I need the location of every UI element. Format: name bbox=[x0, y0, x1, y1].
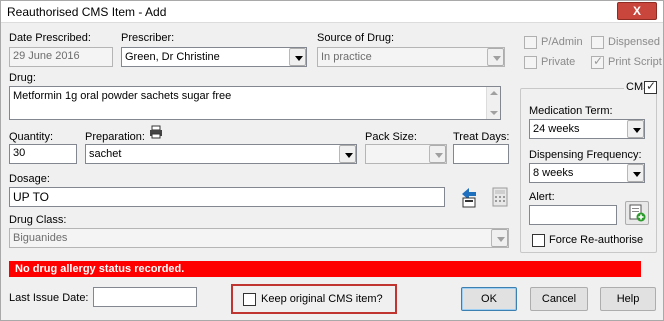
treat-days-label: Treat Days: bbox=[453, 131, 510, 143]
alert-label: Alert: bbox=[529, 191, 555, 203]
window-title: Reauthorised CMS Item - Add bbox=[7, 5, 167, 19]
drug-class-label: Drug Class: bbox=[9, 214, 67, 226]
calculator-icon[interactable] bbox=[488, 184, 512, 210]
p-admin-checkbox[interactable] bbox=[524, 36, 537, 49]
last-issue-date-label: Last Issue Date: bbox=[9, 292, 89, 304]
medication-term-value: 24 weeks bbox=[533, 123, 580, 135]
date-prescribed-field[interactable]: 29 June 2016 bbox=[9, 47, 113, 67]
keep-original-checkbox[interactable] bbox=[243, 293, 256, 306]
source-of-drug-label: Source of Drug: bbox=[317, 32, 395, 44]
chevron-down-icon[interactable] bbox=[491, 229, 508, 247]
prescriber-label: Prescriber: bbox=[121, 32, 175, 44]
close-button[interactable]: X bbox=[617, 2, 657, 20]
force-reauthorise-checkbox[interactable] bbox=[532, 234, 545, 247]
source-of-drug-value: In practice bbox=[321, 51, 372, 63]
source-of-drug-select[interactable]: In practice bbox=[317, 47, 505, 67]
treat-days-field[interactable] bbox=[453, 144, 509, 164]
p-admin-label: P/Admin bbox=[541, 36, 583, 48]
prescriber-value: Green, Dr Christine bbox=[125, 51, 220, 63]
chevron-down-icon[interactable] bbox=[289, 48, 306, 66]
checkmark-icon: ✓ bbox=[593, 54, 604, 68]
cms-item-dialog: Reauthorised CMS Item - Add X Date Presc… bbox=[0, 0, 664, 321]
cancel-button[interactable]: Cancel bbox=[530, 287, 588, 311]
chevron-down-icon[interactable] bbox=[339, 145, 356, 163]
dosage-picker-icon[interactable] bbox=[456, 184, 482, 210]
pack-size-label: Pack Size: bbox=[365, 131, 417, 143]
drug-scrollbar[interactable] bbox=[486, 87, 500, 119]
alert-field[interactable] bbox=[529, 205, 617, 225]
help-button[interactable]: Help bbox=[600, 287, 656, 311]
scroll-down-icon[interactable] bbox=[490, 111, 498, 115]
keep-original-label: Keep original CMS item? bbox=[261, 293, 383, 305]
drug-class-select[interactable]: Biguanides bbox=[9, 228, 509, 248]
print-script-label: Print Script bbox=[608, 56, 662, 68]
private-checkbox[interactable] bbox=[524, 56, 537, 69]
dispensing-frequency-label: Dispensing Frequency: bbox=[529, 149, 642, 161]
title-bar: Reauthorised CMS Item - Add X bbox=[1, 1, 663, 23]
preparation-value: sachet bbox=[89, 148, 122, 160]
dispensed-checkbox[interactable] bbox=[591, 36, 604, 49]
scroll-up-icon[interactable] bbox=[490, 91, 498, 95]
keep-original-highlight: Keep original CMS item? bbox=[231, 284, 397, 314]
ok-button[interactable]: OK bbox=[461, 287, 517, 311]
drug-textarea[interactable]: Metformin 1g oral powder sachets sugar f… bbox=[9, 86, 501, 120]
pack-size-select[interactable] bbox=[365, 144, 447, 164]
prescriber-select[interactable]: Green, Dr Christine bbox=[121, 47, 307, 67]
drug-value: Metformin 1g oral powder sachets sugar f… bbox=[13, 90, 232, 102]
last-issue-date-field[interactable] bbox=[93, 287, 197, 307]
chevron-down-icon[interactable] bbox=[429, 145, 446, 163]
chevron-down-icon[interactable] bbox=[487, 48, 504, 66]
chevron-down-icon[interactable] bbox=[627, 164, 644, 182]
status-message: No drug allergy status recorded. bbox=[9, 261, 641, 277]
print-script-checkbox[interactable]: ✓ bbox=[591, 54, 604, 69]
chevron-down-icon[interactable] bbox=[627, 120, 644, 138]
cms-checkbox[interactable]: ✓ bbox=[644, 79, 657, 94]
medication-term-label: Medication Term: bbox=[529, 105, 613, 117]
printer-icon[interactable] bbox=[149, 125, 163, 139]
dispensing-frequency-value: 8 weeks bbox=[533, 167, 574, 179]
date-prescribed-label: Date Prescribed: bbox=[9, 32, 91, 44]
quantity-label: Quantity: bbox=[9, 131, 54, 143]
preparation-select[interactable]: sachet bbox=[85, 144, 357, 164]
medication-term-select[interactable]: 24 weeks bbox=[529, 119, 645, 139]
preparation-label: Preparation: bbox=[85, 131, 145, 143]
dosage-label: Dosage: bbox=[9, 173, 50, 185]
dispensing-frequency-select[interactable]: 8 weeks bbox=[529, 163, 645, 183]
force-reauthorise-label: Force Re-authorise bbox=[549, 234, 644, 246]
dosage-field[interactable]: UP TO bbox=[9, 187, 445, 207]
drug-label: Drug: bbox=[9, 72, 36, 84]
drug-class-value: Biguanides bbox=[13, 232, 68, 244]
quantity-field[interactable]: 30 bbox=[9, 144, 77, 164]
private-label: Private bbox=[541, 56, 576, 68]
checkmark-icon: ✓ bbox=[646, 79, 657, 93]
add-note-icon[interactable] bbox=[625, 201, 649, 225]
dispensed-label: Dispensed bbox=[608, 36, 660, 48]
